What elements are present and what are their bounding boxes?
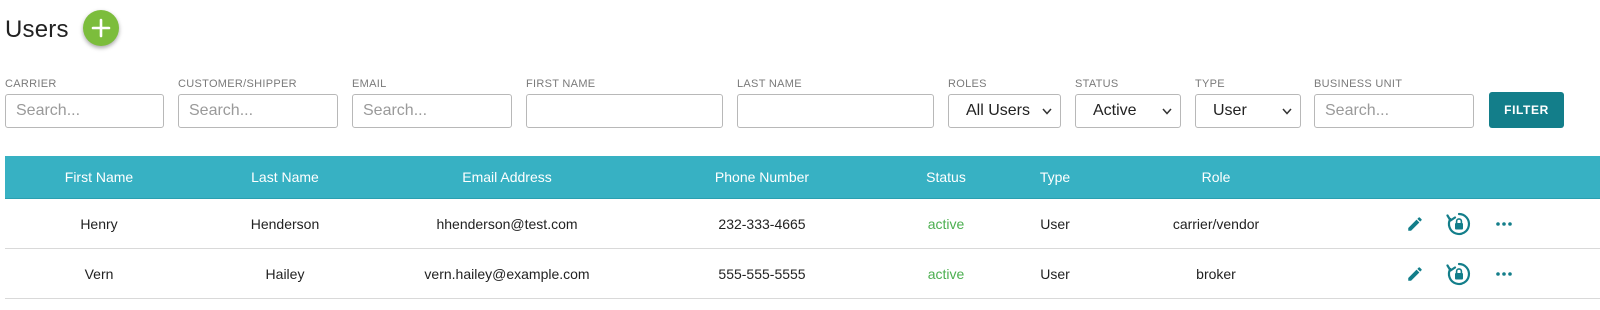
page-title: Users — [5, 16, 69, 43]
email-cell: hhenderson@test.com — [436, 215, 578, 232]
status-select[interactable]: Active — [1075, 94, 1181, 128]
more-options-button[interactable] — [1495, 271, 1513, 277]
table-row: Henry Henderson hhenderson@test.com 232-… — [5, 199, 1600, 249]
page-header: Users — [5, 10, 69, 50]
filter-button[interactable]: FILTER — [1489, 92, 1564, 128]
lock-reset-icon — [1446, 212, 1471, 235]
chevron-down-icon — [1162, 108, 1172, 115]
column-header-phone[interactable]: Phone Number — [715, 169, 809, 185]
edit-user-button[interactable] — [1406, 215, 1424, 233]
status-label: STATUS — [1075, 78, 1119, 90]
column-header-first-name[interactable]: First Name — [65, 169, 133, 185]
more-horizontal-icon — [1496, 221, 1512, 226]
first-name-cell: Henry — [80, 215, 118, 232]
last-name-filter: LAST NAME — [737, 78, 934, 128]
role-cell: broker — [1196, 265, 1236, 282]
type-cell: User — [1040, 265, 1070, 282]
column-header-type[interactable]: Type — [1040, 169, 1070, 185]
column-header-last-name[interactable]: Last Name — [251, 169, 319, 185]
business-unit-search-input[interactable] — [1314, 94, 1474, 128]
chevron-down-icon — [1282, 108, 1292, 115]
role-cell: carrier/vendor — [1172, 215, 1260, 232]
email-search-input[interactable] — [352, 94, 512, 128]
plus-icon — [91, 18, 111, 38]
customer-shipper-search-input[interactable] — [178, 94, 338, 128]
last-name-cell: Henderson — [250, 215, 320, 232]
table-row: Vern Hailey vern.hailey@example.com 555-… — [5, 249, 1600, 299]
pencil-icon — [1408, 216, 1422, 231]
carrier-search-input[interactable] — [5, 94, 164, 128]
roles-select-value: All Users — [966, 102, 1031, 119]
first-name-input[interactable] — [526, 94, 723, 128]
carrier-filter: CARRIER — [5, 78, 164, 128]
more-options-button[interactable] — [1495, 221, 1513, 227]
status-select-value: Active — [1093, 102, 1137, 119]
phone-cell: 555-555-5555 — [718, 265, 806, 282]
more-horizontal-icon — [1496, 271, 1512, 276]
first-name-cell: Vern — [84, 265, 114, 282]
add-user-button[interactable] — [83, 10, 119, 46]
email-cell: vern.hailey@example.com — [424, 265, 590, 282]
phone-cell: 232-333-4665 — [718, 215, 806, 232]
column-header-role[interactable]: Role — [1202, 169, 1231, 185]
filter-bar: CARRIER CUSTOMER/SHIPPER EMAIL FIRST NAM… — [0, 78, 1600, 138]
type-select[interactable]: User — [1195, 94, 1301, 128]
customer-shipper-filter: CUSTOMER/SHIPPER — [178, 78, 338, 128]
business-unit-filter: BUSINESS UNIT — [1314, 78, 1474, 128]
reset-password-button[interactable] — [1446, 211, 1472, 237]
last-name-cell: Hailey — [265, 265, 305, 282]
edit-user-button[interactable] — [1406, 265, 1424, 283]
roles-label: ROLES — [948, 78, 987, 90]
customer-shipper-label: CUSTOMER/SHIPPER — [178, 78, 297, 90]
carrier-label: CARRIER — [5, 78, 57, 90]
column-header-status[interactable]: Status — [926, 169, 966, 185]
last-name-label: LAST NAME — [737, 78, 802, 90]
users-page: Users CARRIER CUSTOMER/SHIPPER EMAIL FIR… — [0, 0, 1600, 310]
first-name-label: FIRST NAME — [526, 78, 596, 90]
chevron-down-icon — [1042, 108, 1052, 115]
business-unit-label: BUSINESS UNIT — [1314, 78, 1403, 90]
type-cell: User — [1040, 215, 1070, 232]
type-filter: TYPE User — [1195, 78, 1301, 128]
status-cell: active — [927, 215, 965, 232]
pencil-icon — [1408, 266, 1422, 281]
type-select-value: User — [1213, 102, 1247, 119]
table-header: First Name Last Name Email Address Phone… — [5, 156, 1600, 199]
last-name-input[interactable] — [737, 94, 934, 128]
roles-filter: ROLES All Users — [948, 78, 1061, 128]
lock-reset-icon — [1446, 262, 1471, 285]
users-table: First Name Last Name Email Address Phone… — [5, 156, 1600, 299]
reset-password-button[interactable] — [1446, 261, 1472, 287]
status-filter: STATUS Active — [1075, 78, 1181, 128]
email-filter: EMAIL — [352, 78, 512, 128]
email-label: EMAIL — [352, 78, 387, 90]
status-cell: active — [927, 265, 965, 282]
column-header-email[interactable]: Email Address — [462, 169, 551, 185]
roles-select[interactable]: All Users — [948, 94, 1061, 128]
first-name-filter: FIRST NAME — [526, 78, 723, 128]
type-label: TYPE — [1195, 78, 1225, 90]
